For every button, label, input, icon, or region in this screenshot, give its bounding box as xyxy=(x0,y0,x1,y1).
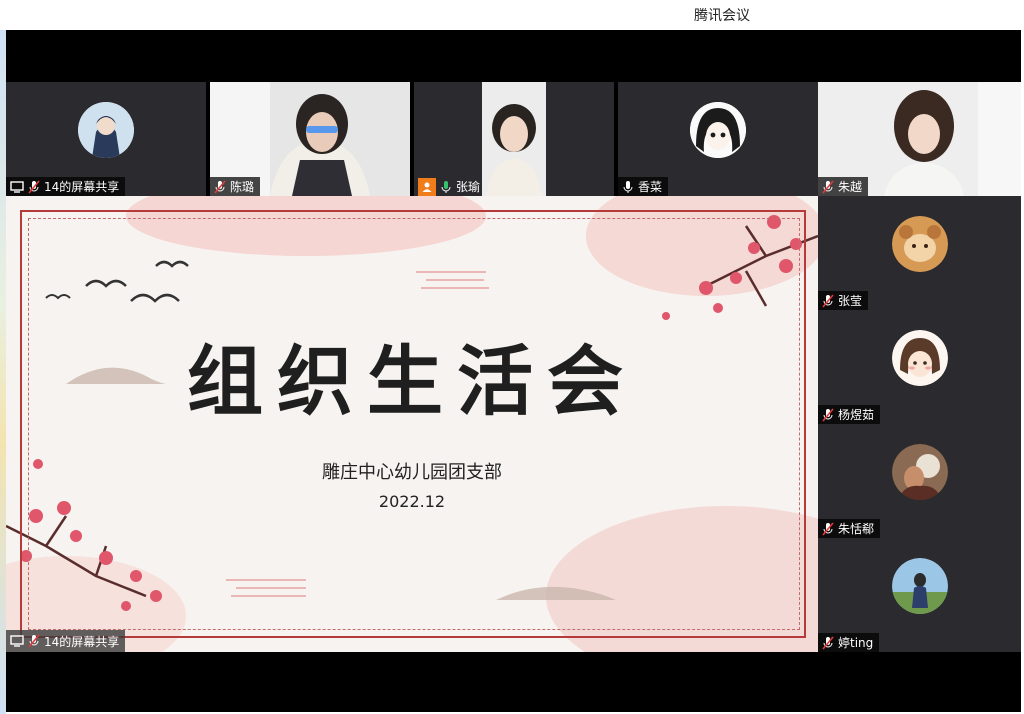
participant-tile-video[interactable]: 陈璐 xyxy=(210,82,410,196)
screen-share-label: 14的屏幕共享 xyxy=(6,630,126,652)
participant-name: 张莹 xyxy=(838,294,863,308)
avatar xyxy=(892,558,948,614)
participant-name: 张瑜 xyxy=(456,180,481,194)
mic-muted-icon xyxy=(822,521,834,536)
participant-tile-avatar[interactable]: 婷ting xyxy=(818,538,1021,652)
participant-label: 张瑜 xyxy=(414,177,486,196)
participant-sidebar: 张莹 杨煜茹 朱恬郗 婷ting xyxy=(818,196,1021,652)
app-title: 腾讯会议 xyxy=(694,8,750,24)
mic-muted-icon xyxy=(214,179,226,194)
shared-screen-slide[interactable]: 组织生活会 雕庄中心幼儿园团支部 2022.12 xyxy=(6,196,818,652)
user-icon xyxy=(418,177,436,196)
mic-muted-icon xyxy=(28,634,40,648)
screen-share-icon xyxy=(10,180,24,193)
avatar xyxy=(892,444,948,500)
meeting-area: 14的屏幕共享 陈璐 张瑜 香菜 朱越 组织生活会 雕庄中心幼儿园团支部 202… xyxy=(6,30,1021,712)
mic-icon xyxy=(441,180,451,193)
participant-name: 香菜 xyxy=(638,180,663,194)
mic-icon xyxy=(623,180,633,193)
participant-label: 朱越 xyxy=(818,177,869,196)
participant-name: 陈璐 xyxy=(230,180,255,194)
avatar xyxy=(892,330,948,386)
avatar xyxy=(690,102,746,158)
participant-label: 陈璐 xyxy=(210,177,261,196)
participant-tile-avatar[interactable]: 张莹 xyxy=(818,196,1021,310)
avatar xyxy=(78,102,134,158)
mic-muted-icon xyxy=(822,293,834,308)
participant-tile-avatar[interactable]: 朱恬郗 xyxy=(818,424,1021,538)
participant-label: 香菜 xyxy=(618,177,669,196)
participant-name: 朱恬郗 xyxy=(838,522,875,536)
slide-date: 2022.12 xyxy=(378,492,446,511)
participant-label: 婷ting xyxy=(818,633,880,652)
participant-label: 14的屏幕共享 xyxy=(6,177,126,196)
mic-muted-icon xyxy=(822,635,834,650)
participant-tile-screen-share[interactable]: 14的屏幕共享 xyxy=(6,82,206,196)
participant-tile-video[interactable]: 张瑜 xyxy=(414,82,614,196)
participant-label: 杨煜茹 xyxy=(818,405,881,424)
participant-tile-video[interactable]: 朱越 xyxy=(818,82,1021,196)
participant-tile-avatar[interactable]: 杨煜茹 xyxy=(818,310,1021,424)
participant-label: 朱恬郗 xyxy=(818,519,881,538)
participant-name: 14的屏幕共享 xyxy=(44,180,120,194)
slide-subtitle: 雕庄中心幼儿园团支部 xyxy=(322,462,502,483)
participant-name: 婷ting xyxy=(838,636,874,650)
participant-name: 朱越 xyxy=(838,180,863,194)
slide-title: 组织生活会 xyxy=(187,337,637,426)
mic-muted-icon xyxy=(822,179,834,194)
mic-muted-icon xyxy=(28,179,40,194)
participant-label: 张莹 xyxy=(818,291,869,310)
avatar xyxy=(892,216,948,272)
mic-muted-icon xyxy=(822,407,834,422)
window-titlebar: 腾讯会议 xyxy=(0,0,1024,30)
share-label-text: 14的屏幕共享 xyxy=(44,634,120,649)
screen-share-icon xyxy=(10,635,24,647)
participant-tile-avatar[interactable]: 香菜 xyxy=(618,82,818,196)
participant-name: 杨煜茹 xyxy=(838,408,875,422)
